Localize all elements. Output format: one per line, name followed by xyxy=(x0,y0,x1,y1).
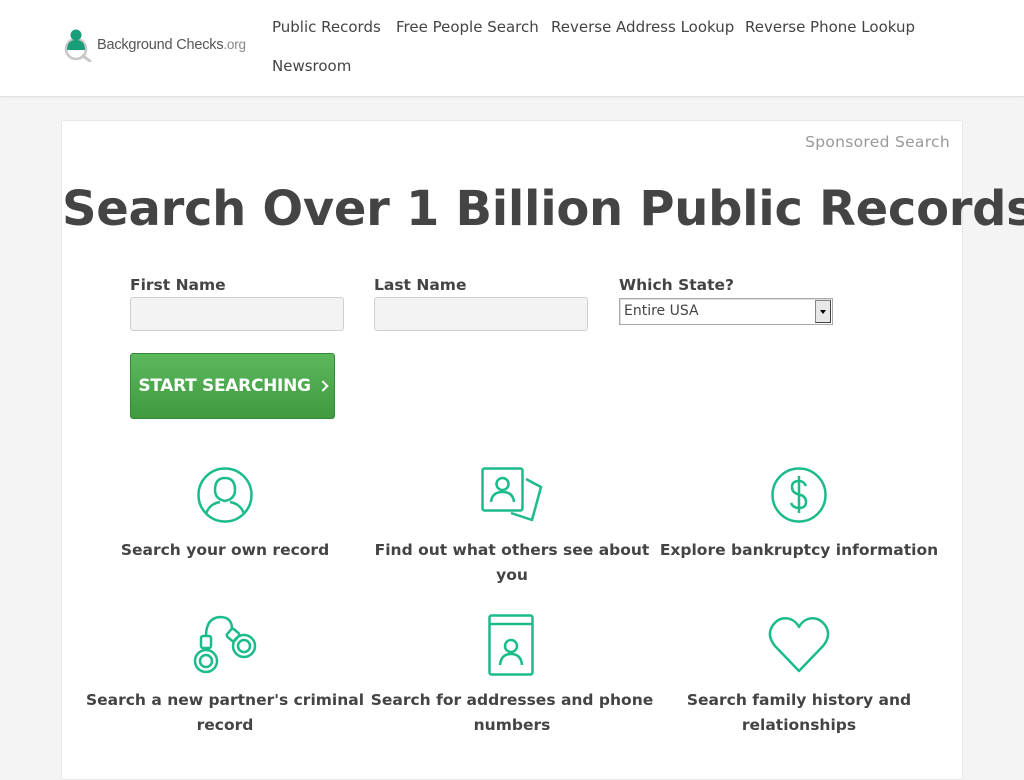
page-title: Search Over 1 Billion Public Records xyxy=(62,181,1024,237)
feature-family-history: Search family history and relationships xyxy=(654,614,944,738)
heart-icon xyxy=(768,617,830,673)
search-card: Sponsored Search Search Over 1 Billion P… xyxy=(61,120,1024,780)
nav-reverse-address-lookup[interactable]: Reverse Address Lookup xyxy=(551,18,734,36)
feature-caption: Search for addresses and phone numbers xyxy=(370,691,654,734)
feature-criminal-record: Search a new partner's criminal record xyxy=(80,614,370,738)
magnifier-person-icon xyxy=(64,29,92,62)
first-name-label: First Name xyxy=(130,276,226,294)
start-searching-button[interactable]: START SEARCHING xyxy=(130,353,335,419)
site-logo[interactable]: Background Checks.org xyxy=(61,28,266,62)
first-name-input[interactable] xyxy=(130,297,344,331)
last-name-input[interactable] xyxy=(374,297,588,331)
id-card-icon xyxy=(481,467,543,522)
feature-caption: Search your own record xyxy=(120,541,330,559)
feature-addresses-phones: Search for addresses and phone numbers xyxy=(367,614,657,738)
feature-own-record: Search your own record xyxy=(80,464,370,563)
feature-caption: Find out what others see about you xyxy=(374,541,650,584)
state-label: Which State? xyxy=(619,276,735,294)
nav-free-people-search[interactable]: Free People Search xyxy=(396,18,539,36)
nav-newsroom[interactable]: Newsroom xyxy=(272,57,351,75)
start-searching-label: START SEARCHING xyxy=(138,376,311,396)
last-name-label: Last Name xyxy=(374,276,467,294)
nav-public-records[interactable]: Public Records xyxy=(272,18,381,36)
site-header: Background Checks.org Public Records Fre… xyxy=(0,0,1024,97)
state-selected-value: Entire USA xyxy=(624,303,699,319)
dropdown-arrow-icon[interactable] xyxy=(815,300,831,323)
feature-what-others-see: Find out what others see about you xyxy=(367,464,657,588)
feature-bankruptcy: Explore bankruptcy information xyxy=(654,464,944,563)
chevron-right-icon xyxy=(317,380,329,392)
sponsored-label: Sponsored Search xyxy=(805,133,950,151)
dollar-circle-icon xyxy=(771,467,827,523)
address-book-icon xyxy=(488,614,534,676)
feature-caption: Explore bankruptcy information xyxy=(659,541,939,559)
state-select[interactable]: Entire USA xyxy=(619,298,833,325)
logo-text: Background Checks.org xyxy=(97,37,246,53)
feature-caption: Search family history and relationships xyxy=(686,691,912,734)
person-circle-icon xyxy=(197,467,253,523)
nav-reverse-phone-lookup[interactable]: Reverse Phone Lookup xyxy=(745,18,915,36)
feature-caption: Search a new partner's criminal record xyxy=(85,691,365,734)
handcuffs-icon xyxy=(193,615,257,674)
